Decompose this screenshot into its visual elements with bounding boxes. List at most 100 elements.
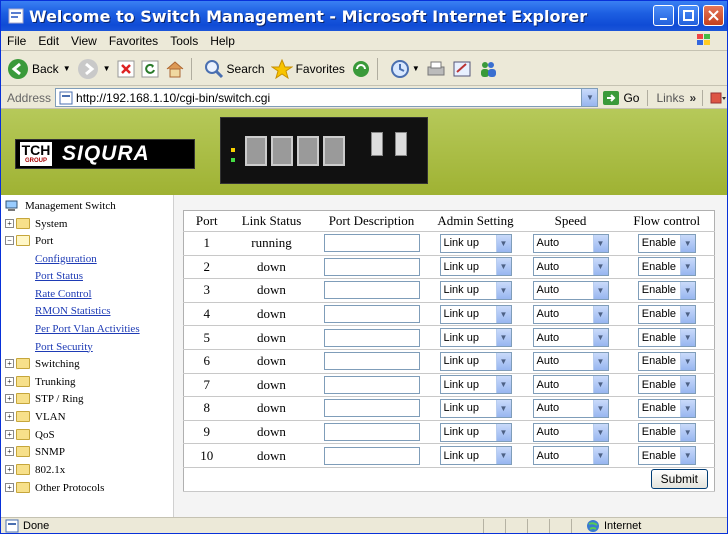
speed-select[interactable]: Auto ▼: [532, 398, 609, 418]
sidebar-item-port-status[interactable]: Port Status: [35, 267, 83, 284]
speed-select[interactable]: Auto ▼: [532, 446, 609, 466]
sidebar-item-per-port-vlan[interactable]: Per Port Vlan Activities: [35, 320, 140, 337]
sidebar-item-stp-ring[interactable]: + STP / Ring: [5, 390, 84, 407]
speed-select[interactable]: Auto ▼: [532, 233, 609, 253]
home-button[interactable]: [165, 60, 185, 78]
history-button[interactable]: ▼: [390, 59, 420, 79]
flow-control-select[interactable]: Enable ▼: [637, 280, 696, 300]
flow-control-select[interactable]: Enable ▼: [637, 446, 696, 466]
minimize-button[interactable]: [653, 5, 674, 26]
expand-icon[interactable]: +: [5, 359, 14, 368]
toolbar-extension-icon[interactable]: [709, 90, 727, 106]
admin-setting-select[interactable]: Link up ▼: [439, 304, 512, 324]
menu-help[interactable]: Help: [204, 34, 241, 48]
sidebar-item-8021x[interactable]: +802.1x: [5, 461, 65, 478]
admin-setting-select[interactable]: Link up ▼: [439, 351, 512, 371]
expand-icon[interactable]: +: [5, 430, 14, 439]
flow-control-select[interactable]: Enable ▼: [637, 375, 696, 395]
speed-select[interactable]: Auto ▼: [532, 375, 609, 395]
flow-control-select[interactable]: Enable ▼: [637, 304, 696, 324]
port-description-input[interactable]: [323, 328, 420, 347]
sidebar-item-port[interactable]: − Port: [5, 232, 53, 249]
maximize-button[interactable]: [678, 5, 699, 26]
close-button[interactable]: [703, 5, 724, 26]
admin-setting-select[interactable]: Link up ▼: [439, 233, 512, 253]
expand-icon[interactable]: +: [5, 219, 14, 228]
sidebar-item-rmon-statistics[interactable]: RMON Statistics: [35, 302, 110, 319]
admin-setting-select[interactable]: Link up ▼: [439, 328, 512, 348]
forward-button[interactable]: ▼: [77, 58, 111, 80]
flow-control-select[interactable]: Enable ▼: [637, 422, 696, 442]
port-description-input[interactable]: [323, 399, 420, 418]
sidebar-item-configuration[interactable]: Configuration: [35, 250, 97, 267]
flow-control-select[interactable]: Enable ▼: [637, 257, 696, 277]
port-description-input[interactable]: [323, 375, 420, 394]
submit-button[interactable]: Submit: [650, 469, 708, 490]
table-row: 2 down Link up ▼ Auto ▼ Enable ▼: [183, 255, 715, 280]
favorites-button[interactable]: Favorites: [270, 58, 345, 79]
address-input[interactable]: http://192.168.1.10/cgi-bin/switch.cgi ▼: [55, 88, 599, 107]
flow-control-select[interactable]: Enable ▼: [637, 328, 696, 348]
refresh-button[interactable]: [141, 60, 159, 78]
menu-favorites[interactable]: Favorites: [103, 34, 164, 48]
port-description-input[interactable]: [323, 257, 420, 276]
print-button[interactable]: [426, 60, 446, 78]
speed-select[interactable]: Auto ▼: [532, 257, 609, 277]
sidebar-item-qos[interactable]: + QoS: [5, 426, 55, 443]
admin-setting-select[interactable]: Link up ▼: [439, 375, 512, 395]
admin-setting-select[interactable]: Link up ▼: [439, 446, 512, 466]
edit-button[interactable]: [452, 60, 472, 78]
port-description-input[interactable]: [323, 446, 420, 465]
sidebar-item-vlan[interactable]: + VLAN: [5, 408, 66, 425]
collapse-icon[interactable]: −: [5, 236, 14, 245]
menu-edit[interactable]: Edit: [32, 34, 65, 48]
port-description-input[interactable]: [323, 423, 420, 442]
admin-setting-select[interactable]: Link up ▼: [439, 398, 512, 418]
chevron-down-icon: ▼: [495, 423, 511, 441]
admin-setting-select[interactable]: Link up ▼: [439, 257, 512, 277]
speed-select[interactable]: Auto ▼: [532, 351, 609, 371]
expand-icon[interactable]: +: [5, 412, 14, 421]
media-button[interactable]: [351, 59, 371, 79]
port-description-input[interactable]: [323, 234, 420, 253]
expand-icon[interactable]: +: [5, 465, 14, 474]
menu-file[interactable]: File: [1, 34, 32, 48]
speed-select[interactable]: Auto ▼: [532, 304, 609, 324]
links-chevron-icon[interactable]: »: [689, 91, 696, 105]
menu-view[interactable]: View: [65, 34, 103, 48]
port-description-input[interactable]: [323, 352, 420, 371]
address-dropdown-icon[interactable]: ▼: [581, 89, 598, 106]
back-button[interactable]: Back ▼: [7, 58, 71, 80]
sidebar-item-trunking[interactable]: + Trunking: [5, 373, 76, 390]
expand-icon[interactable]: +: [5, 483, 14, 492]
admin-setting-select[interactable]: Link up ▼: [439, 422, 512, 442]
admin-setting-select[interactable]: Link up ▼: [439, 280, 512, 300]
flow-control-select[interactable]: Enable ▼: [637, 398, 696, 418]
speed-select[interactable]: Auto ▼: [532, 422, 609, 442]
edit-icon: [453, 61, 471, 76]
port-description-input[interactable]: [323, 305, 420, 324]
speed-select[interactable]: Auto ▼: [532, 328, 609, 348]
search-button[interactable]: Search: [204, 59, 265, 79]
sidebar-item-switching[interactable]: + Switching: [5, 355, 80, 372]
flow-control-select[interactable]: Enable ▼: [637, 233, 696, 253]
sidebar-item-snmp[interactable]: + SNMP: [5, 443, 65, 460]
link-status: down: [229, 420, 314, 445]
expand-icon[interactable]: +: [5, 394, 14, 403]
menu-tools[interactable]: Tools: [164, 34, 204, 48]
sidebar-item-rate-control[interactable]: Rate Control: [35, 285, 92, 302]
sidebar-item-system[interactable]: + System: [5, 215, 67, 232]
sidebar-item-other-protocols[interactable]: + Other Protocols: [5, 479, 104, 496]
speed-select[interactable]: Auto ▼: [532, 280, 609, 300]
links-button[interactable]: Links: [656, 91, 684, 105]
tree-root[interactable]: Management Switch: [5, 197, 116, 214]
messenger-button[interactable]: [478, 59, 498, 79]
expand-icon[interactable]: +: [5, 447, 14, 456]
stop-button[interactable]: [117, 60, 135, 78]
flow-control-select[interactable]: Enable ▼: [637, 351, 696, 371]
port-description-input[interactable]: [323, 281, 420, 300]
chevron-down-icon: ▼: [495, 234, 511, 252]
sidebar-item-port-security[interactable]: Port Security: [35, 338, 93, 355]
go-button[interactable]: Go: [602, 90, 639, 106]
expand-icon[interactable]: +: [5, 377, 14, 386]
